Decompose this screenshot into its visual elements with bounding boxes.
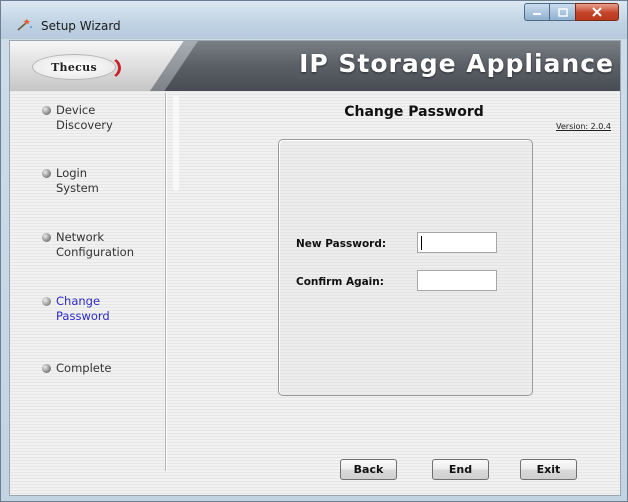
maximize-icon	[557, 7, 568, 17]
step-label-line1: Change	[56, 294, 101, 308]
step-label-line2: Discovery	[56, 118, 113, 132]
step-complete: Complete	[42, 361, 166, 376]
wizard-icon	[17, 19, 32, 31]
minimize-icon	[533, 13, 541, 15]
new-password-label: New Password:	[296, 238, 387, 250]
exit-button[interactable]: Exit	[520, 459, 577, 480]
step-bullet-icon	[42, 169, 51, 178]
confirm-password-label: Confirm Again:	[296, 276, 384, 288]
step-label-line2: Password	[56, 309, 110, 323]
version-label: Version: 2.0.4	[556, 122, 612, 131]
step-label-line1: Complete	[56, 361, 112, 375]
step-bullet-icon	[42, 233, 51, 242]
step-label-line1: Device	[56, 103, 96, 117]
step-label-line1: Login	[56, 166, 88, 180]
thecus-logo: Thecus	[32, 54, 121, 80]
close-icon	[592, 7, 602, 17]
window-controls	[524, 3, 619, 23]
end-button[interactable]: End	[432, 459, 489, 480]
step-label-line2: Configuration	[56, 245, 134, 259]
step-login-system: Login System	[42, 166, 166, 196]
step-network-configuration: Network Configuration	[42, 230, 166, 260]
new-password-input[interactable]	[417, 232, 497, 253]
sidebar-divider	[165, 93, 166, 471]
step-bullet-icon	[42, 297, 51, 306]
step-bullet-icon	[42, 106, 51, 115]
close-button[interactable]	[575, 3, 619, 21]
text-caret	[421, 236, 422, 250]
banner-title: IP Storage Appliance	[299, 49, 614, 78]
step-bullet-icon	[42, 364, 51, 373]
step-label-line2: System	[56, 181, 99, 195]
window-title: Setup Wizard	[41, 19, 121, 33]
confirm-password-input[interactable]	[417, 270, 497, 291]
page-title: Change Password	[344, 104, 484, 120]
step-label-line1: Network	[56, 230, 105, 244]
logo-swoosh	[91, 56, 121, 80]
step-change-password: Change Password	[42, 294, 166, 324]
header-banner: Thecus IP Storage Appliance	[10, 41, 620, 91]
maximize-button[interactable]	[550, 3, 575, 21]
back-button[interactable]: Back	[340, 459, 397, 480]
setup-wizard-window: Setup Wizard Thecus IP Storage Appliance	[0, 0, 628, 502]
title-bar[interactable]: Setup Wizard	[1, 1, 627, 39]
sidebar-scroll-hint	[173, 95, 179, 191]
step-device-discovery: Device Discovery	[42, 103, 166, 133]
minimize-button[interactable]	[524, 3, 550, 21]
wizard-client-area: Thecus IP Storage Appliance Device Disco…	[9, 40, 621, 496]
password-panel	[278, 139, 533, 396]
